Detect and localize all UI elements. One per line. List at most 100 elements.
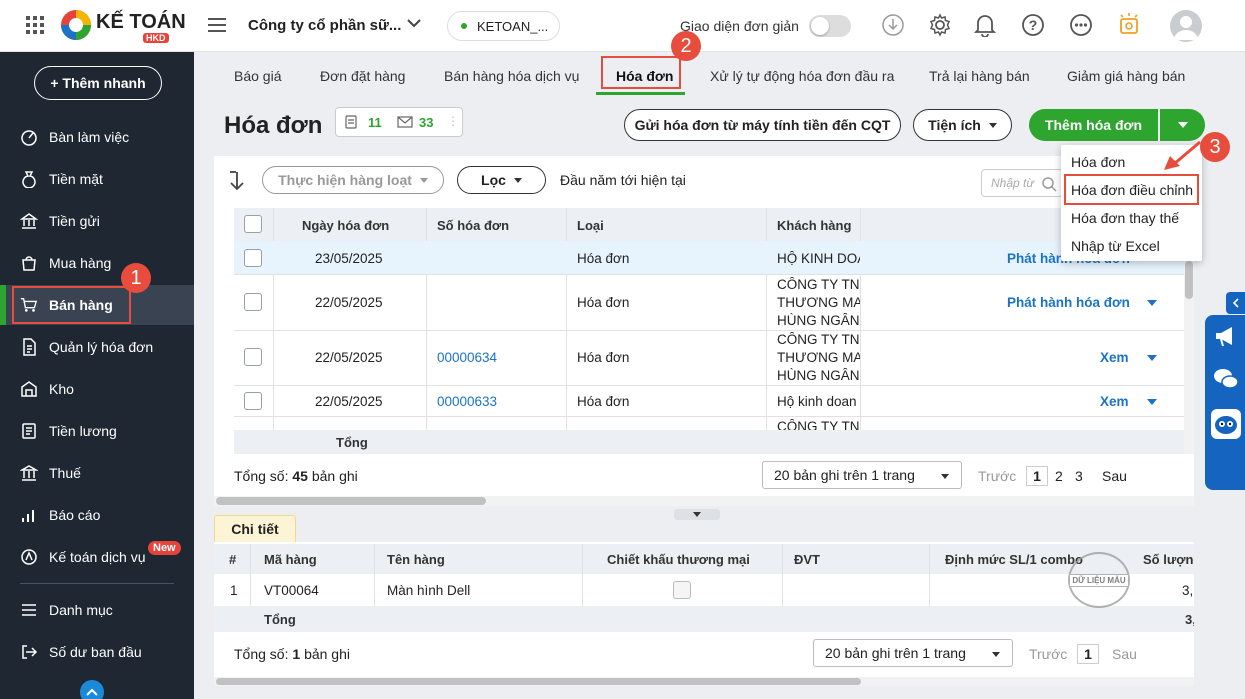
tab-sales-services[interactable]: Bán hàng hóa dịch vụ [444, 68, 579, 84]
view-link[interactable]: Xem [1100, 394, 1129, 409]
sidebar-item-report[interactable]: Báo cáo [0, 495, 194, 535]
detail-page-1-button[interactable]: 1 [1077, 644, 1099, 664]
sidebar-item-service[interactable]: Kế toán dịch vụ New [0, 537, 194, 577]
sidebar-item-label: Tiền mặt [49, 171, 103, 187]
period-label[interactable]: Đầu năm tới hiện tại [560, 172, 686, 188]
megaphone-icon[interactable] [1212, 322, 1240, 350]
page-size-select[interactable]: 20 bản ghi trên 1 trang [762, 461, 962, 489]
row-checkbox[interactable] [244, 249, 262, 267]
col-customer[interactable]: Khách hàng [777, 218, 851, 233]
tab-auto-output-invoice[interactable]: Xử lý tự động hóa đơn đầu ra [710, 68, 894, 84]
sidebar-item-salary[interactable]: Tiền lương [0, 411, 194, 451]
col-invoice-date[interactable]: Ngày hóa đơn [302, 218, 389, 233]
horizontal-scrollbar[interactable] [214, 496, 1194, 506]
row-checkbox[interactable] [244, 293, 262, 311]
tab-quotation[interactable]: Báo giá [234, 68, 281, 84]
row-action-dropdown-icon[interactable] [1147, 355, 1157, 361]
avatar[interactable] [1170, 10, 1202, 42]
database-name: KETOAN_... [477, 18, 549, 34]
menu-item-replacement-invoice[interactable]: Hóa đơn thay thế [1071, 210, 1179, 226]
menu-toggle-icon[interactable] [202, 10, 232, 40]
quick-add-button[interactable]: + Thêm nhanh [34, 66, 162, 100]
sidebar-item-catalog[interactable]: Danh mục [0, 590, 194, 630]
sidebar-item-bank[interactable]: Tiền gửi [0, 201, 194, 241]
gear-icon[interactable] [925, 10, 955, 40]
splitter-toggle-icon[interactable] [674, 509, 720, 520]
row-invoice-number[interactable]: 00000634 [437, 350, 497, 365]
prev-page-button[interactable]: Trước [978, 468, 1016, 484]
detail-next-page-button[interactable]: Sau [1112, 646, 1137, 662]
search-input[interactable]: Nhập từ [981, 169, 1063, 197]
help-icon[interactable]: ? [1018, 10, 1048, 40]
add-invoice-button[interactable]: Thêm hóa đơn [1029, 109, 1158, 141]
sidebar-item-cash[interactable]: Tiền mặt [0, 159, 194, 199]
sidebar-item-dashboard[interactable]: Bàn làm việc [0, 117, 194, 157]
page-1-button[interactable]: 1 [1026, 466, 1048, 486]
row-action-dropdown-icon[interactable] [1147, 300, 1157, 306]
add-invoice-dropdown-button[interactable] [1160, 109, 1205, 141]
annotation-arrow-icon [1160, 138, 1206, 176]
send-to-tax-button[interactable]: Gửi hóa đơn từ máy tính tiền đến CQT [624, 109, 901, 141]
sidebar-item-label: Tiền lương [49, 423, 117, 439]
detail-col-combo-norm[interactable]: Định mức SL/1 combo [945, 552, 1083, 567]
detail-col-quantity[interactable]: Số lượng [1143, 552, 1194, 567]
collapse-up-icon[interactable] [80, 680, 104, 699]
col-type[interactable]: Loại [577, 218, 604, 233]
sidebar-item-label: Số dư ban đầu [49, 644, 142, 660]
page-3-button[interactable]: 3 [1075, 468, 1083, 484]
mail-icon [397, 116, 413, 128]
bell-icon[interactable] [970, 10, 1000, 40]
row-action-dropdown-icon[interactable] [1147, 399, 1157, 405]
simple-ui-toggle[interactable] [809, 15, 851, 37]
sidebar-item-label: Bàn làm việc [49, 129, 130, 145]
sidebar-item-warehouse[interactable]: Kho [0, 369, 194, 409]
sidebar-item-opening-balance[interactable]: Số dư ban đầu [0, 632, 194, 672]
filter-button[interactable]: Lọc [457, 166, 546, 194]
select-all-checkbox[interactable] [244, 215, 262, 233]
document-icon [345, 115, 357, 129]
row-invoice-number[interactable]: 00000633 [437, 394, 497, 409]
col-invoice-number[interactable]: Số hóa đơn [437, 218, 509, 233]
sidebar-item-tax[interactable]: Thuế [0, 453, 194, 493]
next-page-button[interactable]: Sau [1102, 468, 1127, 484]
status-dot [461, 23, 467, 29]
sidebar-item-invoice-mgmt[interactable]: Quản lý hóa đơn [0, 327, 194, 367]
tab-sales-order[interactable]: Đơn đặt hàng [320, 68, 405, 84]
page-2-button[interactable]: 2 [1055, 468, 1063, 484]
bulk-action-button[interactable]: Thực hiện hàng loạt [262, 166, 444, 194]
row-checkbox[interactable] [244, 392, 262, 410]
sort-arrow-icon[interactable] [228, 170, 246, 192]
tab-sales-discount[interactable]: Giảm giá hàng bán [1067, 68, 1185, 84]
detail-horizontal-scrollbar[interactable] [214, 677, 1194, 686]
more-icon[interactable] [1066, 10, 1096, 40]
menu-item-import-excel[interactable]: Nhập từ Excel [1071, 238, 1160, 254]
chat-icon[interactable] [1212, 365, 1240, 393]
database-selector[interactable]: KETOAN_... [447, 11, 560, 41]
assistant-icon[interactable] [1211, 409, 1241, 439]
app-grid-icon[interactable] [20, 10, 50, 40]
view-link[interactable]: Xem [1100, 350, 1129, 365]
chevron-down-icon[interactable] [407, 18, 421, 28]
more-vertical-icon[interactable]: ⋮ [447, 114, 459, 128]
download-icon[interactable] [878, 10, 908, 40]
detail-page-size-select[interactable]: 20 bản ghi trên 1 trang [813, 639, 1013, 667]
utility-button[interactable]: Tiện ích [913, 109, 1012, 141]
company-name[interactable]: Công ty cổ phần sữ... [248, 17, 401, 34]
detail-row-name: Màn hình Dell [387, 583, 471, 598]
detail-col-code[interactable]: Mã hàng [264, 552, 317, 567]
issue-invoice-link[interactable]: Phát hành hóa đơn [1007, 295, 1130, 310]
row-checkbox[interactable] [244, 348, 262, 366]
row-customer: THƯƠNG MAI [777, 295, 860, 310]
menu-item-invoice[interactable]: Hóa đơn [1071, 154, 1125, 170]
tab-sales-return[interactable]: Trả lại hàng bán [929, 68, 1030, 84]
idea-icon[interactable] [1114, 10, 1144, 40]
count-box: 11 33 ⋮ [335, 107, 463, 137]
detail-prev-page-button[interactable]: Trước [1029, 646, 1067, 662]
vertical-scrollbar[interactable] [1184, 241, 1194, 454]
detail-col-unit[interactable]: ĐVT [794, 552, 820, 567]
tab-detail[interactable]: Chi tiết [214, 515, 296, 542]
expand-panel-icon[interactable] [1226, 292, 1245, 314]
sidebar-item-purchase[interactable]: Mua hàng [0, 243, 194, 283]
detail-col-discount[interactable]: Chiết khấu thương mại [607, 552, 750, 567]
detail-col-name[interactable]: Tên hàng [387, 552, 445, 567]
